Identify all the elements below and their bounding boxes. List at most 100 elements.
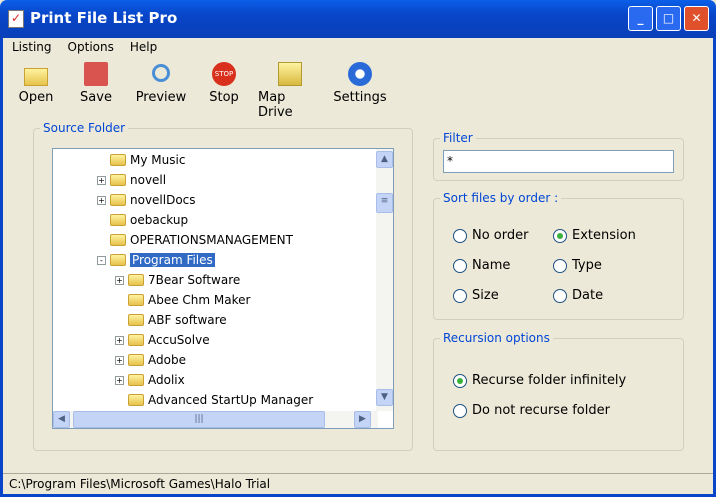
expand-icon[interactable]: + xyxy=(115,375,124,385)
radio-label: No order xyxy=(472,228,529,243)
radio-circle[interactable] xyxy=(553,258,567,273)
close-button[interactable]: ✕ xyxy=(684,6,709,31)
tree-node-label: Adolix xyxy=(148,373,185,387)
expand-icon[interactable]: + xyxy=(115,335,124,345)
radio-label: Recurse folder infinitely xyxy=(472,373,627,388)
tree-node-label: OPERATIONSMANAGEMENT xyxy=(130,233,293,247)
tree-node-label: AccuSolve xyxy=(148,333,210,347)
folder-tree[interactable]: ▲ ≡ ▼ ◀ ||| ▶ My Music + novell + novellDocs… xyxy=(52,148,394,429)
folder-icon xyxy=(128,274,144,286)
source-folder-legend: Source Folder xyxy=(43,121,126,135)
tree-node[interactable]: + AccuSolve xyxy=(115,330,210,350)
tree-node-label: Advanced StartUp Manager xyxy=(148,393,314,407)
title-bar: Print File List Pro _ □ ✕ xyxy=(0,0,716,38)
scroll-down-button[interactable]: ▼ xyxy=(376,389,393,406)
radio-circle[interactable] xyxy=(453,403,467,418)
menu-help[interactable]: Help xyxy=(122,40,165,56)
tree-node[interactable]: - Program Files xyxy=(97,250,215,270)
tree-node-label: novellDocs xyxy=(130,193,196,207)
horizontal-scrollbar[interactable]: ◀ ||| ▶ xyxy=(53,411,378,428)
recursion-radio[interactable]: Recurse folder infinitely xyxy=(453,373,626,388)
tree-node-label: 7Bear Software xyxy=(148,273,241,287)
horizontal-scroll-thumb[interactable]: ||| xyxy=(73,411,325,428)
radio-circle[interactable] xyxy=(453,228,467,243)
tree-node-label: novell xyxy=(130,173,167,187)
filter-input[interactable]: * xyxy=(443,150,674,173)
sort-radio[interactable]: Extension xyxy=(553,228,636,243)
radio-label: Name xyxy=(472,258,511,273)
save-button[interactable]: Save xyxy=(72,62,120,120)
tree-node[interactable]: + Adolix xyxy=(115,370,185,390)
tree-node-label: Program Files xyxy=(130,253,215,267)
scroll-right-button[interactable]: ▶ xyxy=(354,411,371,428)
tree-node-label: Abee Chm Maker xyxy=(148,293,251,307)
settings-button[interactable]: Settings xyxy=(333,62,387,120)
status-bar: C:\Program Files\Microsoft Games\Halo Tr… xyxy=(3,473,713,494)
folder-icon xyxy=(128,374,144,386)
network-folder-icon xyxy=(278,62,302,86)
tree-node-label: ABF software xyxy=(148,313,227,327)
expand-icon[interactable]: + xyxy=(115,275,124,285)
tree-node[interactable]: My Music xyxy=(97,150,185,170)
folder-icon xyxy=(110,194,126,206)
recursion-group: Recursion options xyxy=(433,331,684,451)
tree-node[interactable]: oebackup xyxy=(97,210,188,230)
folder-icon xyxy=(110,154,126,166)
gear-icon xyxy=(348,62,372,86)
menu-listing[interactable]: Listing xyxy=(4,40,60,56)
expand-icon[interactable]: + xyxy=(97,195,106,205)
folder-icon xyxy=(110,254,126,266)
folder-icon xyxy=(110,234,126,246)
radio-circle[interactable] xyxy=(453,288,467,303)
radio-circle[interactable] xyxy=(553,288,567,303)
radio-circle[interactable] xyxy=(453,373,467,388)
folder-icon xyxy=(128,354,144,366)
sort-radio[interactable]: Type xyxy=(553,258,602,273)
tree-node[interactable]: + novell xyxy=(97,170,166,190)
app-icon xyxy=(8,10,24,28)
folder-icon xyxy=(128,314,144,326)
menu-bar: Listing Options Help xyxy=(4,40,165,56)
folder-icon xyxy=(110,174,126,186)
tree-node[interactable]: +7Bear Software xyxy=(115,270,240,290)
expand-icon[interactable]: + xyxy=(115,355,124,365)
tree-node[interactable]: + Adobe xyxy=(115,350,186,370)
minimize-button[interactable]: _ xyxy=(628,6,653,31)
folder-icon xyxy=(128,334,144,346)
window-title: Print File List Pro xyxy=(30,9,178,27)
sort-radio[interactable]: No order xyxy=(453,228,528,243)
sort-radio[interactable]: Size xyxy=(453,288,499,303)
vertical-scrollbar[interactable]: ▲ ≡ ▼ xyxy=(376,149,393,411)
tree-node[interactable]: Advanced StartUp Manager xyxy=(115,390,313,410)
magnifier-icon xyxy=(152,64,170,82)
open-button[interactable]: Open xyxy=(12,62,60,120)
tree-node[interactable]: Abee Chm Maker xyxy=(115,290,250,310)
collapse-icon[interactable]: - xyxy=(97,255,106,265)
maximize-button[interactable]: □ xyxy=(656,6,681,31)
radio-label: Extension xyxy=(572,228,636,243)
sort-legend: Sort files by order : xyxy=(443,191,559,205)
folder-open-icon xyxy=(24,68,48,86)
radio-label: Date xyxy=(572,288,604,303)
menu-options[interactable]: Options xyxy=(60,40,122,56)
tree-node-label: oebackup xyxy=(130,213,189,227)
stop-button[interactable]: STOP Stop xyxy=(202,62,246,120)
tree-node[interactable]: OPERATIONSMANAGEMENT xyxy=(97,230,293,250)
recursion-radio[interactable]: Do not recurse folder xyxy=(453,403,610,418)
vertical-scroll-thumb[interactable]: ≡ xyxy=(376,193,393,213)
radio-circle[interactable] xyxy=(553,228,567,243)
scroll-left-button[interactable]: ◀ xyxy=(53,411,70,428)
tree-node[interactable]: ABF software xyxy=(115,310,227,330)
preview-button[interactable]: Preview xyxy=(132,62,190,120)
map-drive-button[interactable]: Map Drive xyxy=(258,62,322,120)
sort-radio[interactable]: Date xyxy=(553,288,603,303)
expand-icon[interactable]: + xyxy=(97,175,106,185)
toolbar: Open Save Preview STOP Stop Map Drive Set… xyxy=(12,62,398,120)
tree-node[interactable]: + novellDocs xyxy=(97,190,196,210)
radio-circle[interactable] xyxy=(453,258,467,273)
sort-radio[interactable]: Name xyxy=(453,258,510,273)
scroll-up-button[interactable]: ▲ xyxy=(376,151,393,168)
tree-node-label: My Music xyxy=(130,153,186,167)
radio-label: Size xyxy=(472,288,499,303)
recursion-legend: Recursion options xyxy=(443,331,550,345)
